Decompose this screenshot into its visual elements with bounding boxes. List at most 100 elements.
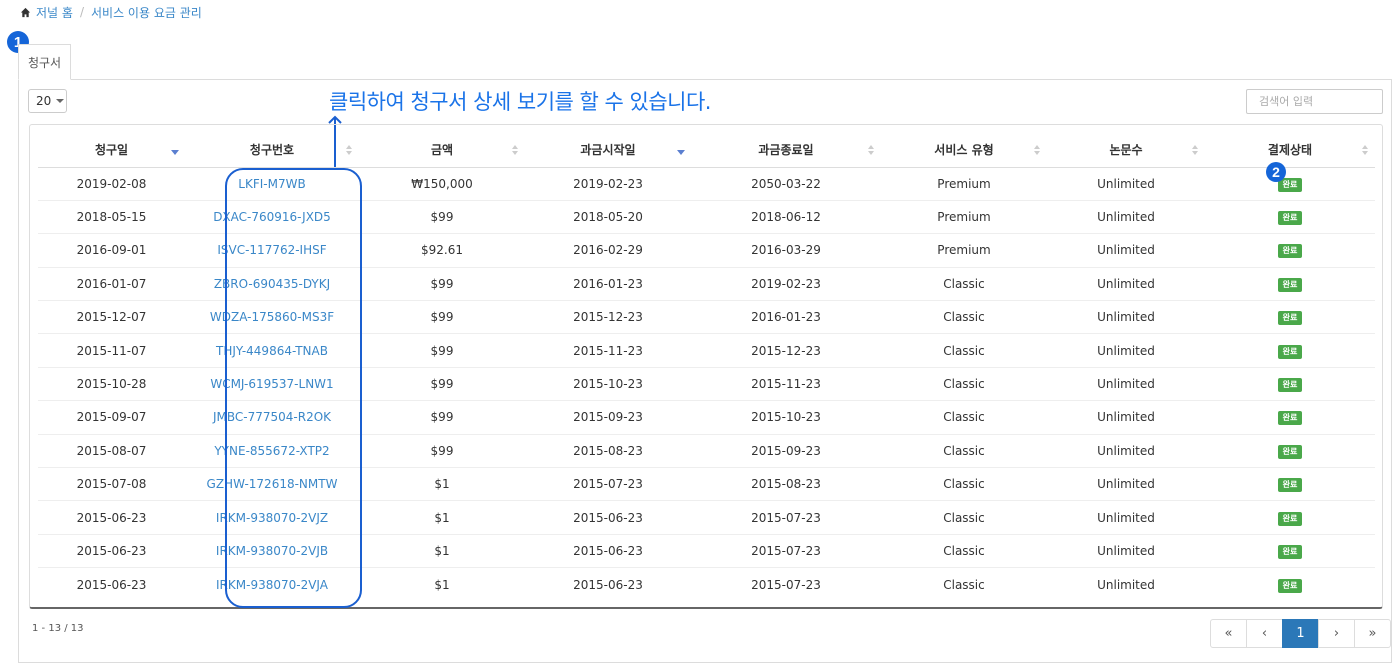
home-icon bbox=[20, 7, 31, 17]
column-header-label: 청구번호 bbox=[249, 142, 295, 157]
paper-count: Unlimited bbox=[1097, 243, 1155, 258]
table-row[interactable]: 2015-06-23 IRKM-938070-2VJB $1 2015-06-23 20… bbox=[38, 533, 1375, 568]
invoice-number-link[interactable]: LKFI-M7WB bbox=[238, 177, 305, 191]
invoice-number-link[interactable]: IRKM-938070-2VJB bbox=[216, 544, 328, 558]
invoice-number-link[interactable]: YYNE-855672-XTP2 bbox=[214, 444, 329, 458]
column-header[interactable]: 청구일 bbox=[38, 132, 185, 168]
payment-status-badge: 완료 bbox=[1277, 244, 1303, 259]
invoice-number-link[interactable]: ISVC-117762-IHSF bbox=[217, 243, 326, 257]
table-cell: Unlimited bbox=[1047, 467, 1205, 501]
table-cell: 2015-08-23 bbox=[691, 467, 881, 501]
column-header[interactable]: 논문수 bbox=[1047, 132, 1205, 168]
table-row[interactable]: 2015-12-07 WDZA-175860-MS3F $99 2015-12-23 2… bbox=[38, 300, 1375, 334]
column-header[interactable]: 청구번호 bbox=[185, 132, 359, 168]
billing-start-date: 2015-06-23 bbox=[573, 577, 643, 592]
table-cell: IRKM-938070-2VJA bbox=[185, 567, 359, 602]
table-row[interactable]: 2015-11-07 THJY-449864-TNAB $99 2015-11-23 2… bbox=[38, 333, 1375, 368]
table-cell: 2015-11-23 bbox=[525, 333, 691, 368]
invoice-number-link[interactable]: WCMJ-619537-LNW1 bbox=[210, 377, 333, 391]
table-cell: 2015-12-07 bbox=[38, 300, 185, 334]
sort-icon[interactable] bbox=[1191, 145, 1199, 155]
sort-icon[interactable] bbox=[345, 145, 353, 155]
pagination: « ‹ 1 › » bbox=[1210, 619, 1391, 648]
invoice-number-link[interactable]: DXAC-760916-JXD5 bbox=[213, 210, 331, 224]
payment-status-badge: 완료 bbox=[1277, 511, 1303, 526]
search-input[interactable] bbox=[1246, 89, 1383, 114]
column-header[interactable]: 과금종료일 bbox=[691, 132, 881, 168]
page-size-value: 20 bbox=[36, 94, 52, 108]
table-cell: $1 bbox=[359, 533, 525, 568]
invoice-number-link[interactable]: IRKM-938070-2VJA bbox=[216, 578, 328, 592]
breadcrumb-home-link[interactable]: 저널 홈 bbox=[36, 4, 73, 21]
column-header[interactable]: 서비스 유형 bbox=[881, 132, 1047, 168]
invoice-number-link[interactable]: THJY-449864-TNAB bbox=[216, 344, 328, 358]
page-size-select[interactable]: 20 bbox=[28, 89, 67, 113]
table-cell: 2015-10-23 bbox=[691, 400, 881, 435]
sort-icon[interactable] bbox=[1033, 145, 1041, 155]
table-cell: 2015-06-23 bbox=[38, 533, 185, 568]
sort-icon[interactable] bbox=[511, 145, 519, 155]
last-page-button[interactable]: » bbox=[1354, 619, 1391, 648]
table-cell: Classic bbox=[881, 500, 1047, 535]
service-type: Classic bbox=[943, 276, 985, 291]
table-cell: 완료 bbox=[1205, 300, 1375, 334]
table-row[interactable]: 2019-02-08 LKFI-M7WB ₩150,000 2019-02-23 205… bbox=[38, 167, 1375, 200]
table-row[interactable]: 2015-09-07 JMBC-777504-R2OK $99 2015-09-23 2… bbox=[38, 400, 1375, 435]
billing-start-date: 2015-08-23 bbox=[573, 443, 643, 458]
column-header[interactable]: 금액 bbox=[359, 132, 525, 168]
prev-page-button[interactable]: ‹ bbox=[1246, 619, 1283, 648]
table-cell: 2018-06-12 bbox=[691, 199, 881, 234]
invoice-number-link[interactable]: IRKM-938070-2VJZ bbox=[216, 511, 328, 525]
billing-end-date: 2019-02-23 bbox=[751, 276, 821, 291]
billing-end-date: 2015-09-23 bbox=[751, 443, 821, 458]
billing-end-date: 2015-07-23 bbox=[751, 577, 821, 592]
next-page-button[interactable]: › bbox=[1318, 619, 1355, 648]
table-cell: Unlimited bbox=[1047, 567, 1205, 602]
table-row[interactable]: 2015-08-07 YYNE-855672-XTP2 $99 2015-08-23 2… bbox=[38, 433, 1375, 468]
column-header[interactable]: 결제상태 bbox=[1205, 132, 1375, 168]
table-cell: Classic bbox=[881, 567, 1047, 602]
column-header[interactable]: 과금시작일 bbox=[525, 132, 691, 168]
annotation-marker-2: 2 bbox=[1266, 162, 1286, 182]
first-page-button[interactable]: « bbox=[1210, 619, 1247, 648]
billing-start-date: 2016-02-29 bbox=[573, 243, 643, 258]
invoice-number-link[interactable]: ZBRO-690435-DYKJ bbox=[214, 277, 330, 291]
invoice-number-link[interactable]: WDZA-175860-MS3F bbox=[210, 310, 334, 324]
invoice-number-link[interactable]: JMBC-777504-R2OK bbox=[213, 410, 331, 424]
paper-count: Unlimited bbox=[1097, 443, 1155, 458]
sort-desc-icon[interactable] bbox=[677, 145, 685, 155]
table-cell: 2015-07-23 bbox=[691, 533, 881, 568]
table-cell: Classic bbox=[881, 366, 1047, 401]
table-cell: $99 bbox=[359, 433, 525, 468]
tab-invoice[interactable]: 청구서 bbox=[18, 44, 71, 80]
sort-desc-icon[interactable] bbox=[171, 145, 179, 155]
table-cell: Unlimited bbox=[1047, 500, 1205, 535]
table-row[interactable]: 2015-06-23 IRKM-938070-2VJZ $1 2015-06-23 20… bbox=[38, 500, 1375, 535]
table-cell: $92.61 bbox=[359, 233, 525, 268]
service-type: Premium bbox=[937, 176, 991, 191]
table-row[interactable]: 2015-10-28 WCMJ-619537-LNW1 $99 2015-10-23 2… bbox=[38, 366, 1375, 401]
table-cell: $1 bbox=[359, 567, 525, 602]
table-cell: 2015-06-23 bbox=[525, 500, 691, 535]
table-cell: ZBRO-690435-DYKJ bbox=[185, 266, 359, 301]
table-row[interactable]: 2015-07-08 GZHW-172618-NMTW $1 2015-07-23 20… bbox=[38, 467, 1375, 501]
page-1-button[interactable]: 1 bbox=[1282, 619, 1319, 648]
sort-icon[interactable] bbox=[867, 145, 875, 155]
table-row[interactable]: 2015-06-23 IRKM-938070-2VJA $1 2015-06-23 20… bbox=[38, 567, 1375, 602]
table-row[interactable]: 2016-01-07 ZBRO-690435-DYKJ $99 2016-01-23 2… bbox=[38, 266, 1375, 301]
invoice-date: 2015-09-07 bbox=[76, 410, 147, 425]
sort-icon[interactable] bbox=[1361, 145, 1369, 155]
service-type: Premium bbox=[937, 243, 991, 258]
table-cell: IRKM-938070-2VJZ bbox=[185, 500, 359, 535]
table-row[interactable]: 2018-05-15 DXAC-760916-JXD5 $99 2018-05-20 2… bbox=[38, 199, 1375, 234]
breadcrumb-current-link[interactable]: 서비스 이용 요금 관리 bbox=[91, 4, 202, 21]
table-cell: WCMJ-619537-LNW1 bbox=[185, 366, 359, 401]
table-cell: 2016-09-01 bbox=[38, 233, 185, 268]
invoice-number-link[interactable]: GZHW-172618-NMTW bbox=[207, 477, 338, 491]
table-row[interactable]: 2016-09-01 ISVC-117762-IHSF $92.61 2016-02-… bbox=[38, 233, 1375, 268]
table-cell: Unlimited bbox=[1047, 533, 1205, 568]
table-cell: Unlimited bbox=[1047, 433, 1205, 468]
billing-end-date: 2016-01-23 bbox=[751, 310, 821, 325]
table-header-row: 청구일 청구번호 금액 과금시작일 과금종료일 서비스 유형 논문수 결제상태 bbox=[38, 132, 1375, 168]
table-cell: 2016-02-29 bbox=[525, 233, 691, 268]
